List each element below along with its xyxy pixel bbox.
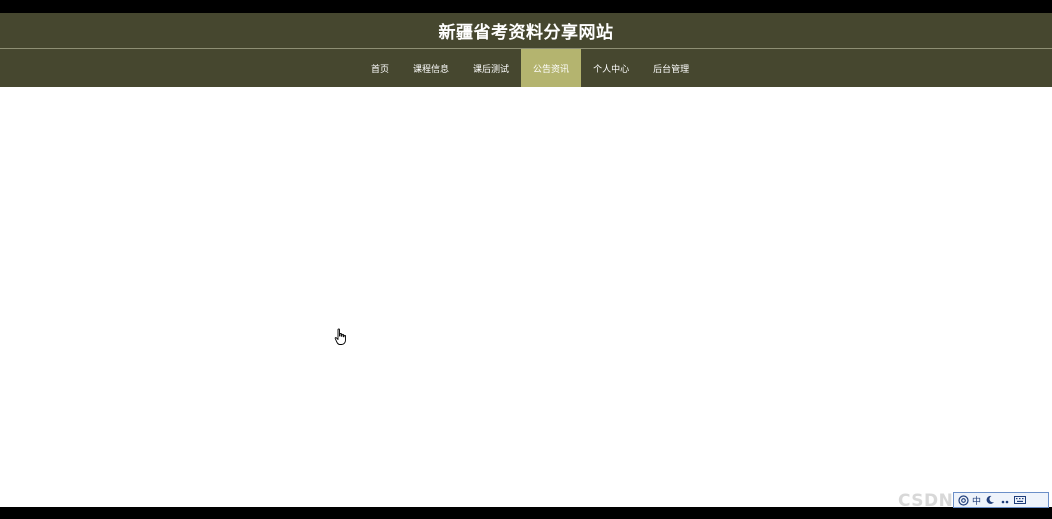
ime-toolbar[interactable]: 中 <box>953 492 1049 508</box>
site-header: 新疆省考资料分享网站 <box>0 13 1052 48</box>
nav-item-course-info[interactable]: 课程信息 <box>401 49 461 87</box>
nav-list: 首页 课程信息 课后测试 公告资讯 个人中心 后台管理 <box>359 49 701 87</box>
content-area <box>0 87 1052 507</box>
ime-mode-label[interactable]: 中 <box>972 494 981 507</box>
top-letterbox <box>0 0 1052 13</box>
browser-viewport: 新疆省考资料分享网站 首页 课程信息 课后测试 公告资讯 个人中心 后台管理 C… <box>0 0 1052 519</box>
bottom-letterbox <box>0 507 1052 519</box>
nav-item-after-class-test[interactable]: 课后测试 <box>461 49 521 87</box>
nav-item-announcements[interactable]: 公告资讯 <box>521 49 582 87</box>
site-title: 新疆省考资料分享网站 <box>438 23 614 43</box>
nav-item-home[interactable]: 首页 <box>359 49 401 87</box>
nav-item-admin[interactable]: 后台管理 <box>641 49 701 87</box>
moon-icon[interactable] <box>984 494 996 506</box>
main-nav: 首页 课程信息 课后测试 公告资讯 个人中心 后台管理 <box>0 49 1052 87</box>
soft-keyboard-icon[interactable] <box>1014 494 1027 506</box>
hand-cursor-icon <box>334 328 348 346</box>
csdn-watermark: CSDN <box>898 491 954 511</box>
at-sign-icon[interactable] <box>957 494 969 506</box>
nav-item-personal-center[interactable]: 个人中心 <box>581 49 641 87</box>
punctuation-icon[interactable] <box>999 494 1011 506</box>
